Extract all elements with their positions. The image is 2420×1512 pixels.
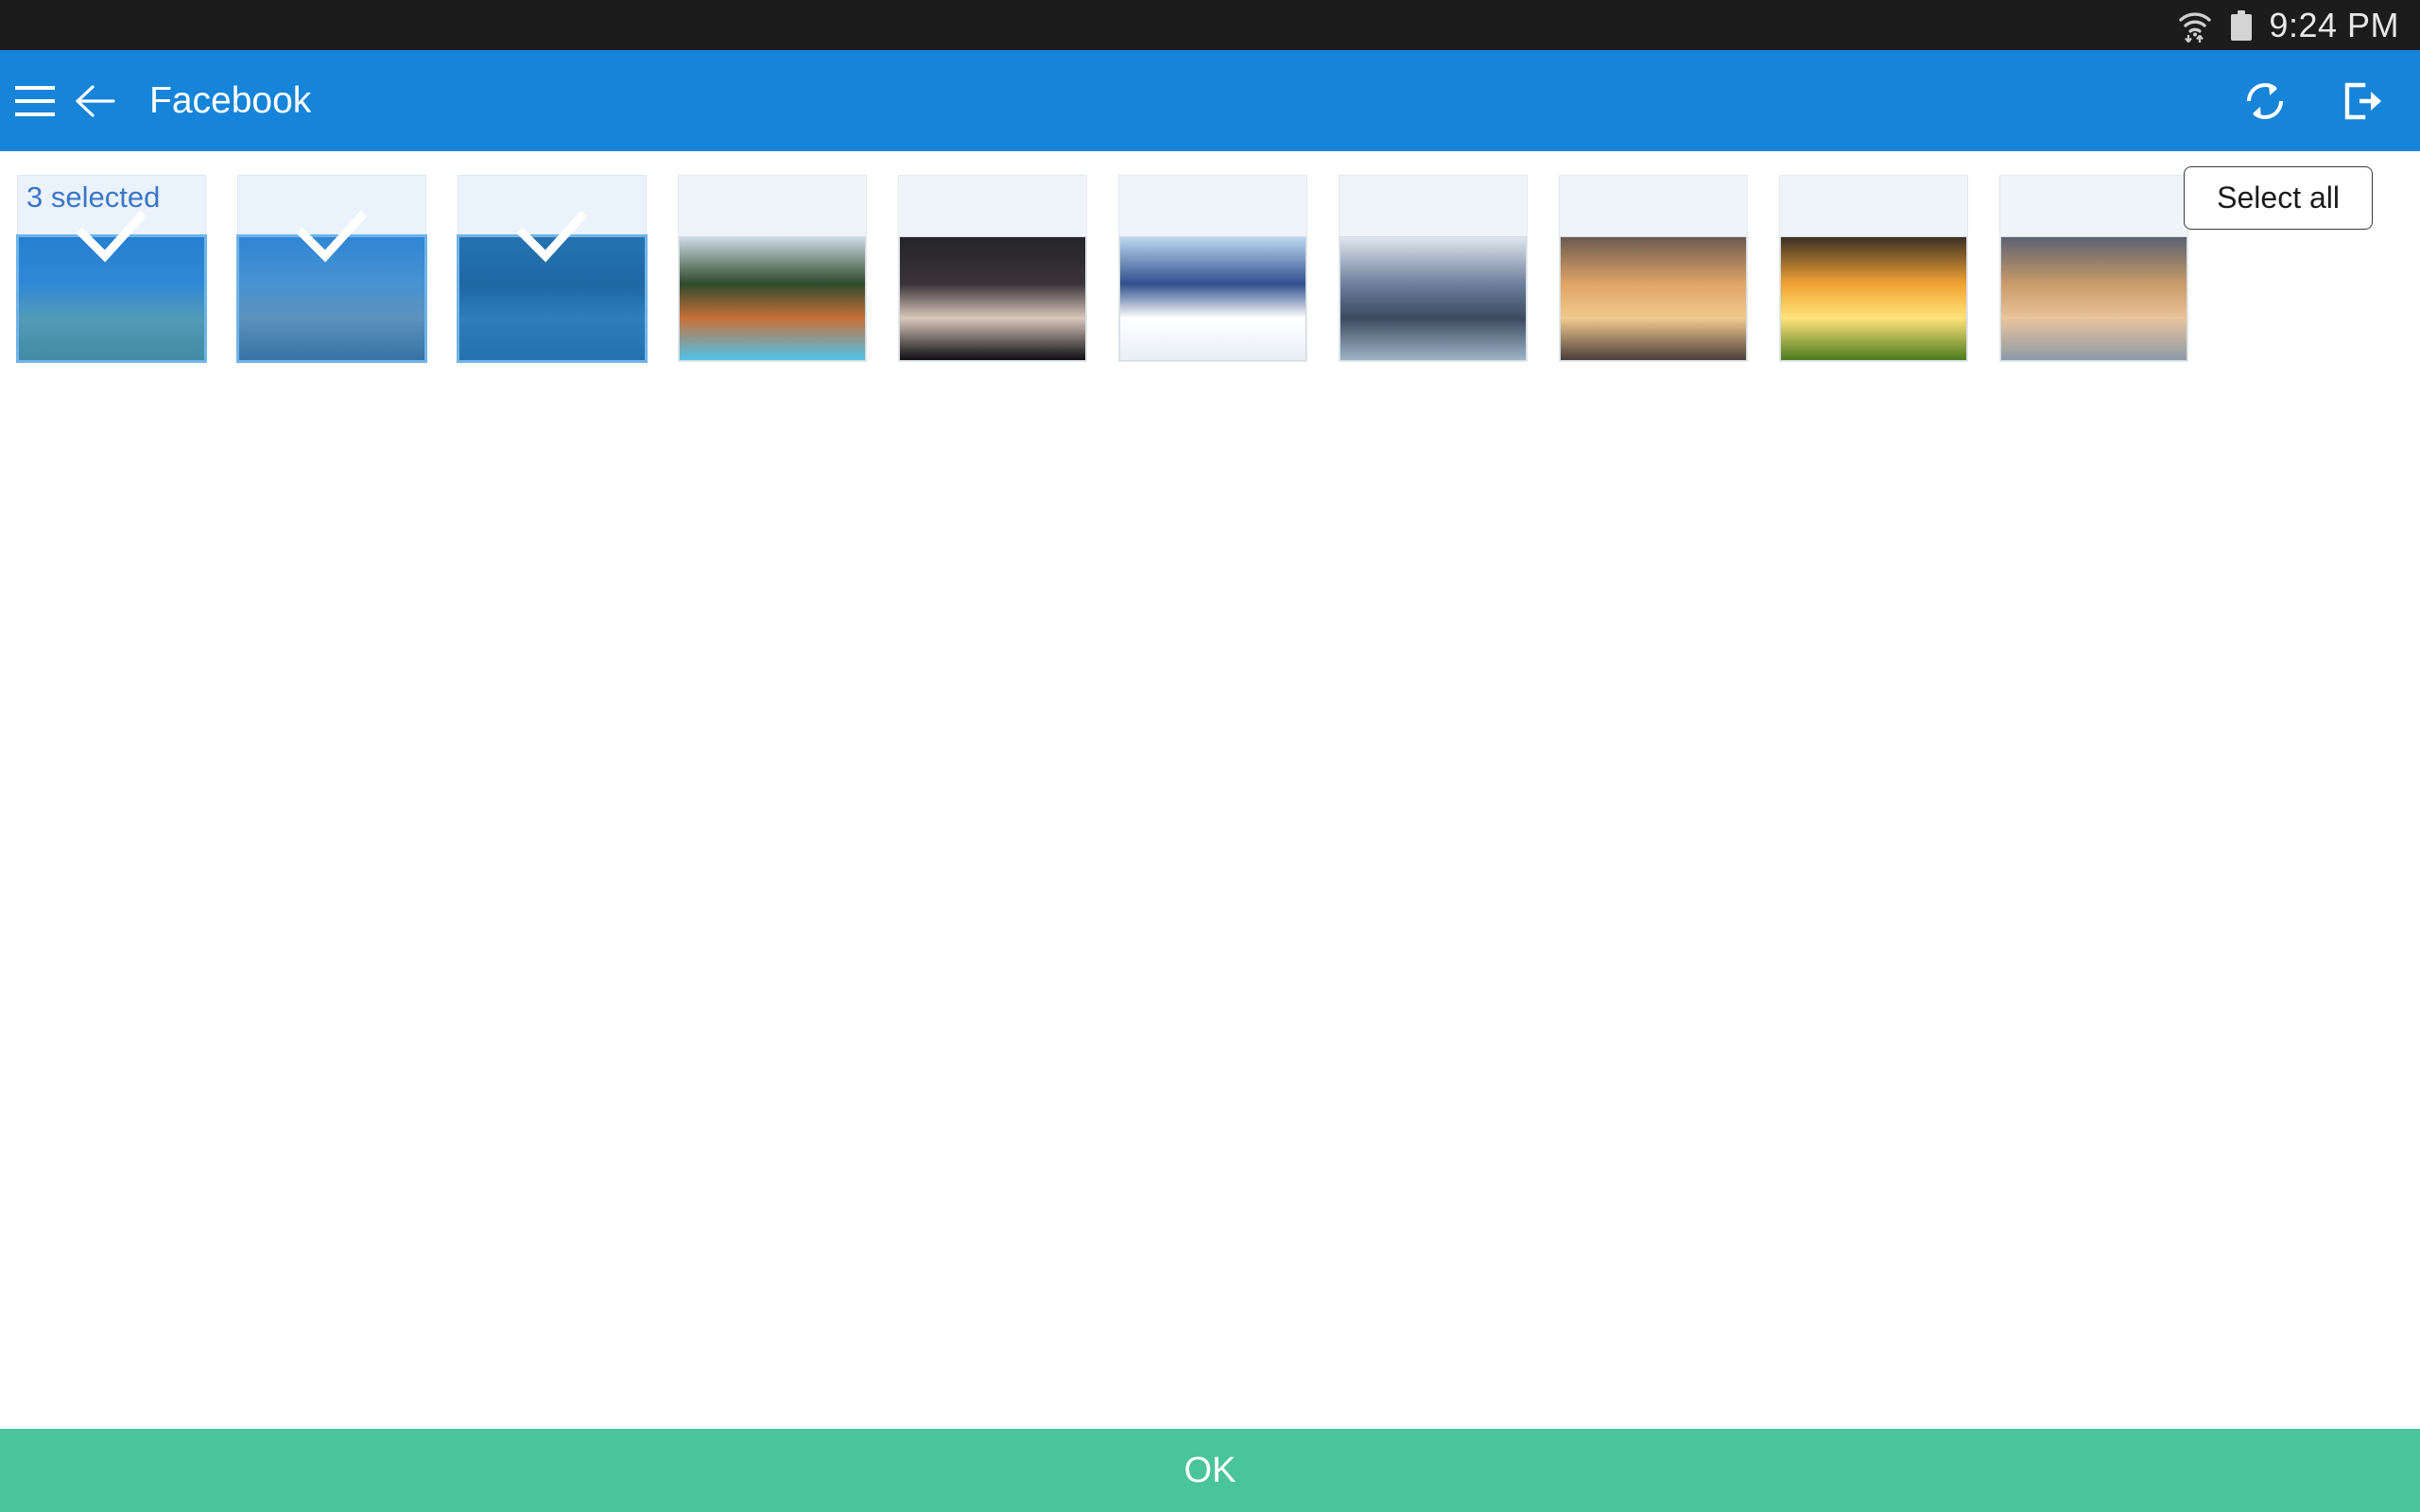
- photo-thumbnail[interactable]: [1779, 175, 1968, 362]
- wifi-icon: [2176, 8, 2214, 43]
- golden-storm-clouds: [1561, 237, 1746, 360]
- select-all-button[interactable]: Select all: [2184, 166, 2373, 230]
- photo-thumbnail[interactable]: [237, 175, 426, 362]
- photo-thumbnail[interactable]: [1999, 175, 2188, 362]
- ok-button-label: OK: [1184, 1450, 1236, 1490]
- photo-thumbnail[interactable]: [1559, 175, 1748, 362]
- app-bar: Facebook: [0, 50, 2420, 151]
- status-bar-icons: 9:24 PM: [2176, 8, 2399, 43]
- photo-thumbnail[interactable]: [458, 175, 647, 362]
- content-area: 3 selected Select all: [0, 151, 2420, 1429]
- photo-thumbnail[interactable]: [678, 175, 867, 362]
- winter-lake-reflection: [1340, 237, 1526, 360]
- snow-covered-mountain-peak: [1120, 237, 1305, 360]
- hamburger-menu-icon[interactable]: [13, 82, 57, 120]
- photo-gallery: 3 selected: [17, 175, 2188, 362]
- photo-thumbnail[interactable]: [1118, 175, 1307, 362]
- photo-thumbnail[interactable]: [1339, 175, 1528, 362]
- desert-highway-with-flag: [239, 237, 424, 360]
- refresh-sync-icon[interactable]: [2240, 77, 2290, 126]
- photo-thumbnail[interactable]: [898, 175, 1087, 362]
- status-bar: 9:24 PM: [0, 0, 2420, 50]
- blue-sky-grass-field: [19, 237, 204, 360]
- app-bar-actions: [2240, 77, 2420, 126]
- night-lightning-storm: [900, 237, 1085, 360]
- battery-icon: [2231, 9, 2253, 41]
- app-bar-title: Facebook: [149, 79, 312, 121]
- ok-confirm-button[interactable]: OK: [0, 1429, 2420, 1512]
- glacier-iceberg-lake: [459, 237, 645, 360]
- green-hillside-sunset: [1781, 237, 1966, 360]
- back-arrow-icon[interactable]: [70, 79, 119, 123]
- photo-thumbnail[interactable]: 3 selected: [17, 175, 206, 362]
- golden-cloudscape: [2001, 237, 2187, 360]
- app-bar-left-group: Facebook: [0, 79, 311, 123]
- yellowstone-hot-spring: [680, 237, 865, 360]
- status-bar-clock: 9:24 PM: [2269, 5, 2399, 44]
- logout-export-icon[interactable]: [2339, 77, 2388, 126]
